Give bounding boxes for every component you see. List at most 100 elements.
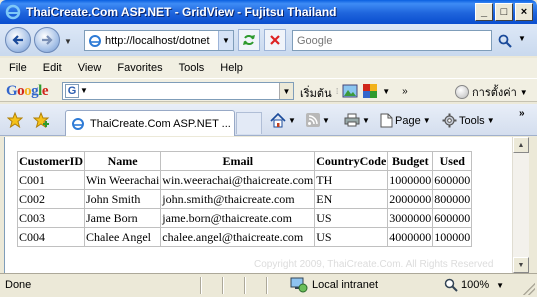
address-toolbar: ▼ http://localhost/dotnet ▼ Google ▼ xyxy=(0,24,537,56)
header-countrycode: CountryCode xyxy=(314,151,389,171)
cell-budget: 3000000 xyxy=(387,208,434,228)
tab-active[interactable]: ThaiCreate.Com ASP.NET ... xyxy=(65,110,235,136)
intranet-icon xyxy=(290,277,308,293)
vertical-scrollbar[interactable]: ▲ ▼ xyxy=(512,137,529,273)
home-dropdown-icon[interactable]: ▼ xyxy=(288,116,296,125)
settings-circle-icon xyxy=(455,85,469,99)
bookmark-dropdown-icon[interactable]: ▼ xyxy=(382,87,390,96)
address-url[interactable]: http://localhost/dotnet xyxy=(105,35,217,47)
forward-button[interactable] xyxy=(34,27,60,53)
google-search-input[interactable]: G ▼ ▼ xyxy=(62,82,294,100)
cell-used: 100000 xyxy=(432,227,473,247)
status-divider xyxy=(266,277,268,294)
search-button[interactable] xyxy=(494,30,516,51)
search-input[interactable]: Google xyxy=(292,30,492,51)
page-menu-label: Page xyxy=(395,114,421,127)
menu-file[interactable]: File xyxy=(2,62,34,74)
cell-used: 800000 xyxy=(432,189,473,209)
scroll-up-arrow-icon[interactable]: ▲ xyxy=(513,137,529,153)
back-arrow-icon xyxy=(12,35,23,45)
search-icon xyxy=(498,34,512,48)
maximize-button[interactable]: □ xyxy=(495,3,513,21)
menu-view[interactable]: View xyxy=(71,62,109,74)
print-dropdown-icon[interactable]: ▼ xyxy=(362,116,370,125)
feeds-button[interactable]: ▼ xyxy=(306,113,330,127)
menu-help[interactable]: Help xyxy=(213,62,250,74)
header-customerid: CustomerID xyxy=(17,151,85,171)
search-options-dropdown-icon[interactable]: ▼ xyxy=(518,34,526,43)
cell-used: 600000 xyxy=(432,170,473,190)
google-start-button[interactable]: เริ่มต้น xyxy=(300,84,332,102)
customer-gridview: CustomerID Name Email CountryCode Budget… xyxy=(17,151,473,247)
settings-dropdown-icon: ▼ xyxy=(519,87,528,97)
zoom-control[interactable]: 100% ▼ xyxy=(444,278,504,292)
separator-icon: ⁞ xyxy=(336,86,339,96)
cell-name: Chalee Angel xyxy=(83,227,162,247)
image-icon[interactable] xyxy=(342,84,358,98)
cell-name: Win Weerachai xyxy=(83,170,162,190)
cell-email: jame.born@thaicreate.com xyxy=(160,208,316,228)
back-button[interactable] xyxy=(5,27,31,53)
cell-customerid: C002 xyxy=(17,189,85,209)
refresh-icon xyxy=(243,35,255,45)
print-button[interactable]: ▼ xyxy=(344,113,370,127)
menu-favorites[interactable]: Favorites xyxy=(110,62,169,74)
google-logo: Google xyxy=(6,83,49,99)
more-commands-icon[interactable]: » xyxy=(519,108,525,119)
home-button[interactable]: ▼ xyxy=(270,113,296,128)
header-used: Used xyxy=(432,151,473,171)
scroll-down-arrow-icon[interactable]: ▼ xyxy=(513,257,529,273)
cell-used: 600000 xyxy=(432,208,473,228)
history-dropdown-icon[interactable]: ▼ xyxy=(64,37,72,46)
status-text: Done xyxy=(5,279,32,291)
stop-button[interactable] xyxy=(264,29,286,51)
security-zone[interactable]: Local intranet xyxy=(290,277,378,293)
zone-label: Local intranet xyxy=(312,279,379,291)
cell-countrycode: TH xyxy=(314,170,389,190)
tools-menu-button[interactable]: Tools ▼ xyxy=(442,113,495,128)
menu-edit[interactable]: Edit xyxy=(36,62,69,74)
printer-icon xyxy=(344,113,360,127)
status-bar: Done Local intranet 100% ▼ xyxy=(0,273,537,297)
google-settings-button[interactable]: การตั้งค่า ▼ xyxy=(455,83,528,101)
home-icon xyxy=(270,113,286,128)
cell-budget: 1000000 xyxy=(387,170,434,190)
minimize-button[interactable]: _ xyxy=(475,3,493,21)
cell-email: win.weerachai@thaicreate.com xyxy=(160,170,316,190)
tab-bar: ThaiCreate.Com ASP.NET ... ▼ ▼ ▼ Page ▼ … xyxy=(0,104,537,136)
google-toolbar: Google G ▼ ▼ เริ่มต้น ⁞ ▼ » การตั้งค่า ▼ xyxy=(0,78,537,102)
forward-arrow-icon xyxy=(42,35,53,45)
refresh-button[interactable] xyxy=(238,29,260,51)
table-row: C004 Chalee Angel chalee.angel@thaicreat… xyxy=(17,227,473,247)
address-field[interactable]: http://localhost/dotnet ▼ xyxy=(84,30,234,51)
grid-header-row: CustomerID Name Email CountryCode Budget… xyxy=(17,151,473,171)
window-edge xyxy=(529,137,537,273)
google-search-dropdown-icon[interactable]: ▼ xyxy=(279,83,293,99)
new-tab-button[interactable] xyxy=(236,112,262,134)
tab-label: ThaiCreate.Com ASP.NET ... xyxy=(90,117,231,130)
add-favorite-icon[interactable] xyxy=(33,112,51,128)
zoom-icon xyxy=(444,278,458,292)
cell-budget: 4000000 xyxy=(387,227,434,247)
zoom-level: 100% xyxy=(461,279,490,291)
tools-dropdown-icon: ▼ xyxy=(486,116,495,125)
status-divider xyxy=(200,277,202,294)
favorites-star-icon[interactable] xyxy=(7,112,23,128)
page-dropdown-icon: ▼ xyxy=(422,116,431,125)
menu-tools[interactable]: Tools xyxy=(172,62,212,74)
resize-grip-icon[interactable] xyxy=(523,283,535,295)
cell-customerid: C004 xyxy=(17,227,85,247)
header-budget: Budget xyxy=(387,151,434,171)
feeds-dropdown-icon[interactable]: ▼ xyxy=(322,116,330,125)
cell-name: Jame Born xyxy=(83,208,162,228)
close-button[interactable]: × xyxy=(515,3,533,21)
gear-icon xyxy=(442,113,457,128)
status-divider xyxy=(244,277,246,294)
page-menu-button[interactable]: Page ▼ xyxy=(380,113,431,128)
address-dropdown-icon[interactable]: ▼ xyxy=(218,31,233,50)
tab-page-icon xyxy=(72,117,84,130)
bookmark-icon[interactable] xyxy=(362,83,378,99)
menu-bar: File Edit View Favorites Tools Help xyxy=(0,58,537,78)
more-icon[interactable]: » xyxy=(402,86,408,97)
google-engine-dropdown-icon[interactable]: ▼ xyxy=(80,86,88,95)
